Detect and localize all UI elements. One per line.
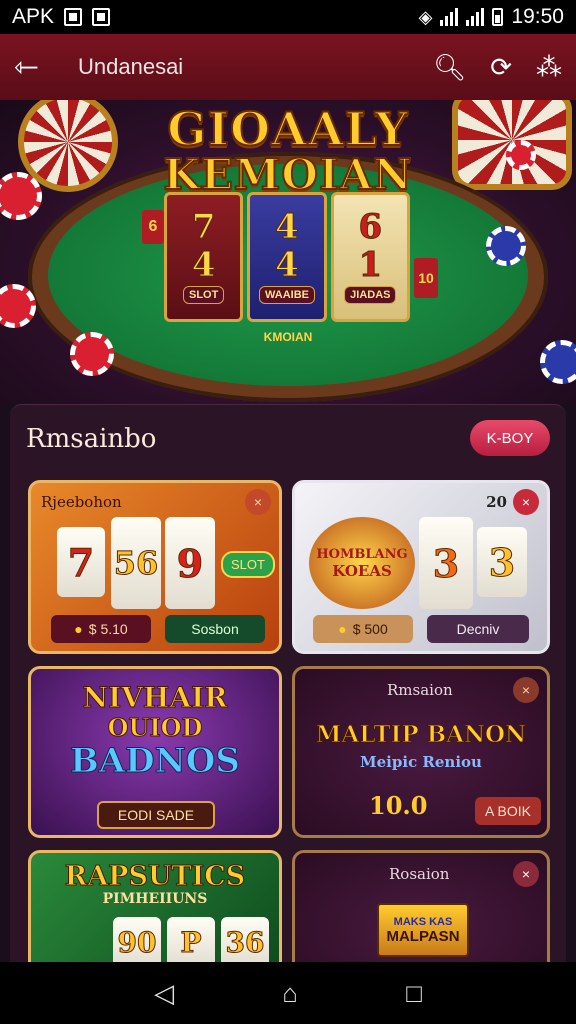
image-icon <box>92 8 111 26</box>
reel-symbol: 4 <box>275 207 300 247</box>
amount: 10.0 <box>369 791 428 820</box>
slot-tile: 9 <box>165 517 215 609</box>
app-screen: APK ◈ 19:50 ⇽ Undanesai 🔍︎ ⟳ ⁂ GIOAALY K… <box>0 0 576 1024</box>
reel-tag: JIADAS <box>344 286 397 304</box>
app-bar-title: Undanesai <box>78 54 184 79</box>
chip-icon <box>486 226 526 266</box>
play-button[interactable]: K-BOY <box>470 420 550 456</box>
game-card-4[interactable]: Rmsaion × MALTIP BANON Meipic Reniou 10.… <box>292 666 550 838</box>
card-line1: RAPSUTICS <box>64 861 246 893</box>
coin-icon: ● <box>74 621 83 637</box>
status-bar: APK ◈ 19:50 <box>0 0 576 34</box>
card-button[interactable]: EODI SADE <box>97 801 215 829</box>
chip-icon <box>540 340 576 384</box>
game-card-2[interactable]: 20 × HOMBLANG KOEAS 3 3 ● $ 500 Decniv <box>292 480 550 654</box>
hero-card-left: 6 <box>142 210 164 244</box>
card-line3: BADNOS <box>70 741 241 782</box>
card-line1: NIVHAIR <box>82 681 228 715</box>
logo-line2: KOEAS <box>332 561 392 580</box>
close-icon[interactable]: × <box>245 489 271 515</box>
price-value: $ 500 <box>352 621 388 637</box>
gallery-icon <box>64 8 83 26</box>
action-pill[interactable]: Decniv <box>427 615 529 643</box>
card-big-title: MALTIP BANON <box>315 721 527 749</box>
logo-line2: MALPASN <box>386 927 460 945</box>
system-nav-bar: ◁ ⌂ □ <box>0 962 576 1024</box>
reel: 4 4 WAAIBE <box>247 192 327 322</box>
slot-tile: 56 <box>111 517 161 609</box>
action-pill[interactable]: Sosbon <box>165 615 265 643</box>
signal-icon-2 <box>466 8 485 26</box>
reel-symbol: 4 <box>275 245 300 285</box>
game-logo: MAKS KAS MALPASN <box>377 903 469 957</box>
signal-icon <box>440 8 459 26</box>
search-icon[interactable]: 🔍︎ <box>433 52 466 83</box>
app-bar: ⇽ Undanesai 🔍︎ ⟳ ⁂ <box>0 34 576 100</box>
section-title: Rmsainbo <box>26 424 157 454</box>
game-logo: HOMBLANG KOEAS <box>309 517 415 609</box>
felt-label: KMOIAN <box>263 330 313 344</box>
card-title: Rmsaion <box>387 681 453 699</box>
price-pill[interactable]: ● $ 5.10 <box>51 615 151 643</box>
slot-tile: 90 <box>113 917 161 967</box>
refresh-icon[interactable]: ⟳ <box>490 52 512 83</box>
battery-icon <box>492 8 504 26</box>
reel: 7 4 SLOT <box>164 192 244 322</box>
reel: 6 1 JIADAS <box>330 192 410 322</box>
card-title: Rjeebohon <box>41 493 122 511</box>
coin-icon: ● <box>338 621 347 637</box>
reel-symbol: 6 <box>358 207 383 247</box>
reel-symbol: 4 <box>191 245 216 285</box>
status-left-label: APK <box>12 5 55 28</box>
price-value: $ 5.10 <box>88 621 128 637</box>
close-icon[interactable]: × <box>513 489 539 515</box>
game-card-6[interactable]: Rosaion × MAKS KAS MALPASN <box>292 850 550 980</box>
wifi-icon: ◈ <box>418 6 433 27</box>
game-card-3[interactable]: NIVHAIR OUIOD BADNOS EODI SADE <box>28 666 282 838</box>
paw-icon[interactable]: ⁂ <box>536 52 562 83</box>
reel-tag: WAAIBE <box>258 286 315 304</box>
arrow-left-icon[interactable]: ⇽ <box>14 50 54 85</box>
logo-line1: HOMBLANG <box>316 546 408 562</box>
card-button[interactable]: A BOIK <box>475 797 541 825</box>
status-time: 19:50 <box>511 5 564 28</box>
close-icon[interactable]: × <box>513 861 539 887</box>
card-line2: PIMHEIIUNS <box>102 891 208 907</box>
card-title: Rosaion <box>389 865 450 883</box>
reel-symbol: 1 <box>358 245 383 285</box>
slot-tile: 36 <box>221 917 269 967</box>
slot-reels: 7 4 SLOT 4 4 WAAIBE 6 1 JIADAS <box>164 192 410 322</box>
reel-symbol: 7 <box>191 207 216 247</box>
recents-square-icon[interactable]: □ <box>406 978 422 1009</box>
hero-title-line1: GIOAALY <box>166 101 409 157</box>
slot-tile: 3 <box>419 517 473 609</box>
close-icon[interactable]: × <box>513 677 539 703</box>
back-triangle-icon[interactable]: ◁ <box>154 978 174 1009</box>
card-line2: OUIOD <box>107 713 203 743</box>
game-card-5[interactable]: RAPSUTICS PIMHEIIUNS 90 P 36 <box>28 850 282 980</box>
game-card-1[interactable]: Rjeebohon × 7 56 9 SLOT ● $ 5.10 Sosbon <box>28 480 282 654</box>
reel-tag: SLOT <box>182 286 225 304</box>
hero-banner[interactable]: GIOAALY KEMOIAN 6 10 7 4 SLOT 4 4 WAAIBE… <box>0 100 576 406</box>
hero-card-right: 10 <box>414 258 438 298</box>
logo-line1: MAKS KAS <box>393 915 453 928</box>
home-icon[interactable]: ⌂ <box>282 978 298 1009</box>
card-title: 20 <box>486 493 507 511</box>
slot-badge: SLOT <box>221 551 275 578</box>
slot-tile: 7 <box>57 527 105 597</box>
chip-icon <box>0 284 36 328</box>
card-subtitle: Meipic Reniou <box>360 753 482 771</box>
slot-tile: 3 <box>477 527 527 597</box>
price-pill[interactable]: ● $ 500 <box>313 615 413 643</box>
slot-tile: P <box>167 917 215 967</box>
